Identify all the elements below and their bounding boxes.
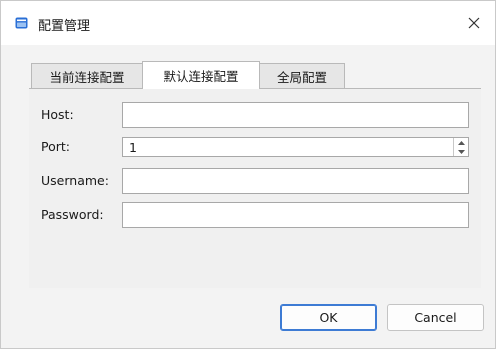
port-label: Port: — [41, 139, 70, 154]
username-row: Username: — [41, 168, 471, 194]
port-input[interactable] — [122, 137, 469, 157]
cancel-button[interactable]: Cancel — [387, 304, 484, 331]
chevron-up-icon — [458, 140, 465, 145]
host-input[interactable] — [122, 102, 469, 128]
config-dialog: 配置管理 当前连接配置 默认连接配置 全局配置 Host: Port: 1 Us… — [0, 0, 496, 349]
tab-bar: 当前连接配置 默认连接配置 全局配置 — [31, 61, 451, 89]
port-row: Port: — [41, 134, 471, 160]
password-input[interactable] — [122, 202, 469, 228]
port-spinner — [453, 138, 468, 156]
tab-current-connection[interactable]: 当前连接配置 — [31, 63, 143, 88]
ok-button[interactable]: OK — [280, 304, 377, 331]
password-label: Password: — [41, 207, 104, 222]
host-row: Host: — [41, 102, 471, 128]
username-label: Username: — [41, 173, 109, 188]
close-icon — [468, 17, 480, 29]
username-input[interactable] — [122, 168, 469, 194]
spin-down-button[interactable] — [454, 147, 469, 156]
tab-default-connection[interactable]: 默认连接配置 — [142, 61, 260, 89]
host-label: Host: — [41, 107, 74, 122]
password-row: Password: — [41, 202, 471, 228]
app-window-icon — [15, 17, 28, 29]
close-button[interactable] — [459, 9, 489, 37]
chevron-down-icon — [458, 149, 465, 154]
spin-up-button[interactable] — [454, 138, 469, 147]
title-bar: 配置管理 — [1, 1, 495, 45]
window-title: 配置管理 — [38, 19, 91, 34]
tab-global-config[interactable]: 全局配置 — [259, 63, 345, 88]
